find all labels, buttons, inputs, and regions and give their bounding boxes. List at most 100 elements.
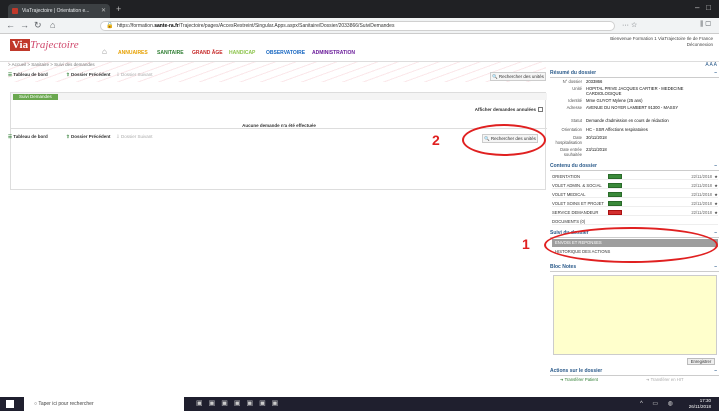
collapse-icon[interactable]: –: [714, 230, 717, 236]
breadcrumb[interactable]: > Accueil > Sanitaire > Suivi des demand…: [8, 62, 95, 67]
bookmark-icon[interactable]: ··· ☆: [622, 21, 637, 29]
next-file-label: Dossier Suivant: [121, 72, 153, 77]
taskbar-app-icons[interactable]: ▣▣▣▣▣▣▣: [196, 399, 284, 407]
star-icon: ★: [714, 174, 718, 179]
content-row-documents[interactable]: DOCUMENTS (0): [552, 218, 718, 225]
collapse-icon[interactable]: –: [714, 264, 717, 270]
previous-file-label: Dossier Précédent: [71, 72, 111, 77]
next-file-button[interactable]: ⇩ Dossier Suivant: [116, 72, 153, 78]
content-row-name: VOLET ADMIN. & SOCIAL: [552, 183, 602, 188]
previous-file-button[interactable]: ⇧ Dossier Précédent: [66, 72, 111, 78]
app-header: Via Trajectoire ⌂ ANNUAIRES SANITAIRE GRA…: [0, 34, 719, 62]
viatrajectoire-logo[interactable]: Via Trajectoire: [10, 39, 79, 51]
status-ok-icon: [608, 174, 622, 179]
content-row-admin[interactable]: VOLET ADMIN. & SOCIAL 22/11/2018 ★: [552, 182, 718, 189]
notes-textarea[interactable]: [553, 275, 717, 355]
dashboard-button-bottom[interactable]: ☰ Tableau de bord: [8, 134, 48, 140]
contenu-title-text: Contenu du dossier: [550, 163, 597, 169]
window-controls[interactable]: – □: [695, 3, 711, 12]
top-action-bar: ☰ Tableau de bord ⇧ Dossier Précédent ⇩ …: [8, 72, 546, 82]
field-label: Date hospitalisation: [555, 135, 582, 145]
forward-icon[interactable]: →: [20, 20, 29, 30]
field-value: 23/11/2018: [586, 147, 607, 152]
archived-checkbox[interactable]: [538, 107, 543, 113]
menu-administration[interactable]: ADMINISTRATION: [312, 50, 355, 56]
content-row-date: 22/11/2018: [691, 183, 712, 188]
logout-link[interactable]: Déconnexion: [610, 42, 713, 48]
search-units-button[interactable]: 🔍 Rechercher des unités: [490, 72, 546, 81]
menu-grand-age[interactable]: GRAND ÂGE: [192, 50, 223, 56]
menu-observatoire[interactable]: OBSERVATOIRE: [266, 50, 305, 56]
transfer-hit-label: Transférer en HIT: [650, 377, 684, 382]
transfer-hit-action: ➜ Transférer en HIT: [646, 377, 684, 382]
content-row-date: 22/11/2018: [691, 192, 712, 197]
content-row-date: 22/11/2018: [691, 174, 712, 179]
content-row-name: VOLET MEDICAL: [552, 192, 586, 197]
dashboard-button[interactable]: ☰ Tableau de bord: [8, 72, 48, 78]
logo-traj: Trajectoire: [30, 39, 79, 51]
logo-via: Via: [10, 39, 31, 51]
transfer-patient-label: Transférer Patient: [564, 377, 598, 382]
content-row-soins[interactable]: VOLET SOINS ET PROJET 22/11/2018 ★: [552, 200, 718, 207]
system-tray-icons[interactable]: ^ ▭ ◍: [640, 400, 677, 407]
annotation-label-2: 2: [432, 132, 440, 148]
next-file-label: Dossier Suivant: [121, 134, 153, 139]
resume-title-text: Résumé du dossier: [550, 70, 597, 76]
contenu-title: Contenu du dossier –: [550, 163, 719, 171]
search-units-label: Rechercher des unités: [498, 74, 544, 79]
content-row-name: DOCUMENTS (0): [552, 219, 586, 224]
tab-title: ViaTrajectoire | Orientation e...: [22, 8, 90, 14]
browser-tab-strip: ViaTrajectoire | Orientation e... ✕ + – …: [0, 0, 719, 18]
library-icon[interactable]: ⫼ ▢: [700, 21, 711, 29]
content-row-name: SERVICE DEMANDEUR: [552, 210, 599, 215]
menu-sanitaire[interactable]: SANITAIRE: [157, 50, 184, 56]
content-row-medical[interactable]: VOLET MEDICAL 22/11/2018 ★: [552, 191, 718, 198]
star-icon: ★: [714, 201, 718, 206]
previous-file-button-bottom[interactable]: ⇧ Dossier Précédent: [66, 134, 111, 140]
field-value: 30/11/2018: [586, 135, 607, 140]
annotation-ellipse-2: [462, 124, 546, 156]
address-bar[interactable]: 🔒 https://formation.sante-ra.fr/Trajecto…: [100, 21, 615, 31]
close-tab-icon[interactable]: ✕: [101, 4, 106, 18]
windows-start-icon[interactable]: [6, 400, 14, 408]
tab-suivi-demandes[interactable]: Suivi Demandes: [13, 94, 58, 100]
dashboard-label: Tableau de bord: [13, 72, 48, 77]
panel-header: Suivi Demandes: [11, 93, 547, 100]
content-row-name: VOLET SOINS ET PROJET: [552, 201, 604, 206]
field-label: Unité: [572, 86, 582, 91]
content-row-name: ORIENTATION: [552, 174, 580, 179]
menu-annuaires[interactable]: ANNUAIRES: [118, 50, 148, 56]
collapse-icon[interactable]: –: [714, 70, 717, 76]
back-icon[interactable]: ←: [6, 20, 15, 30]
archived-label: Afficher demandes annulées: [474, 107, 536, 112]
taskbar-bar: ○ Taper ici pour rechercher ▣▣▣▣▣▣▣ ^ ▭ …: [0, 397, 719, 411]
menu-handicap[interactable]: HANDICAP: [229, 50, 255, 56]
archived-toggle[interactable]: Afficher demandes annulées: [474, 107, 543, 113]
home-icon[interactable]: ⌂: [102, 47, 107, 56]
save-button[interactable]: Enregistrer: [687, 358, 715, 365]
reload-icon[interactable]: ↻: [34, 20, 42, 31]
transfer-patient-action[interactable]: ➜ Transférer Patient: [560, 377, 598, 382]
text-size-icon[interactable]: A A A: [705, 62, 717, 68]
taskbar-search-input[interactable]: ○ Taper ici pour rechercher: [24, 397, 184, 411]
sidebar-actions-continuation: ➜ Transférer Patient ➜ Transférer en HIT: [558, 375, 719, 395]
empty-message: Aucune demande n'a été effectuée: [242, 123, 316, 128]
browser-tab[interactable]: ViaTrajectoire | Orientation e... ✕: [8, 4, 110, 18]
status-ok-icon: [608, 201, 622, 206]
taskbar-clock[interactable]: 17:30 26/11/2018: [689, 398, 711, 410]
star-icon: ★: [714, 210, 718, 215]
content-row-orientation[interactable]: ORIENTATION 22/11/2018 ★: [552, 173, 718, 180]
content-row-service[interactable]: SERVICE DEMANDEUR 22/11/2018 ★: [552, 209, 718, 216]
collapse-icon[interactable]: –: [714, 163, 717, 169]
panel-body: Afficher demandes annulées Aucune demand…: [11, 101, 547, 129]
field-value: AVENUE DU NOYER LAMBERT 91300 - MASSY: [586, 105, 679, 110]
home-icon[interactable]: ⌂: [50, 20, 55, 30]
status-ok-icon: [608, 192, 622, 197]
next-file-button-bottom[interactable]: ⇩ Dossier Suivant: [116, 134, 153, 140]
clock-date: 26/11/2018: [688, 404, 711, 409]
field-value: Mme GUYOT Mylene (25 ans): [586, 98, 643, 103]
star-icon: ★: [714, 192, 718, 197]
field-value: 2033866: [586, 79, 603, 84]
search-icon: 🔍: [492, 74, 499, 79]
new-tab-icon[interactable]: +: [116, 4, 121, 14]
